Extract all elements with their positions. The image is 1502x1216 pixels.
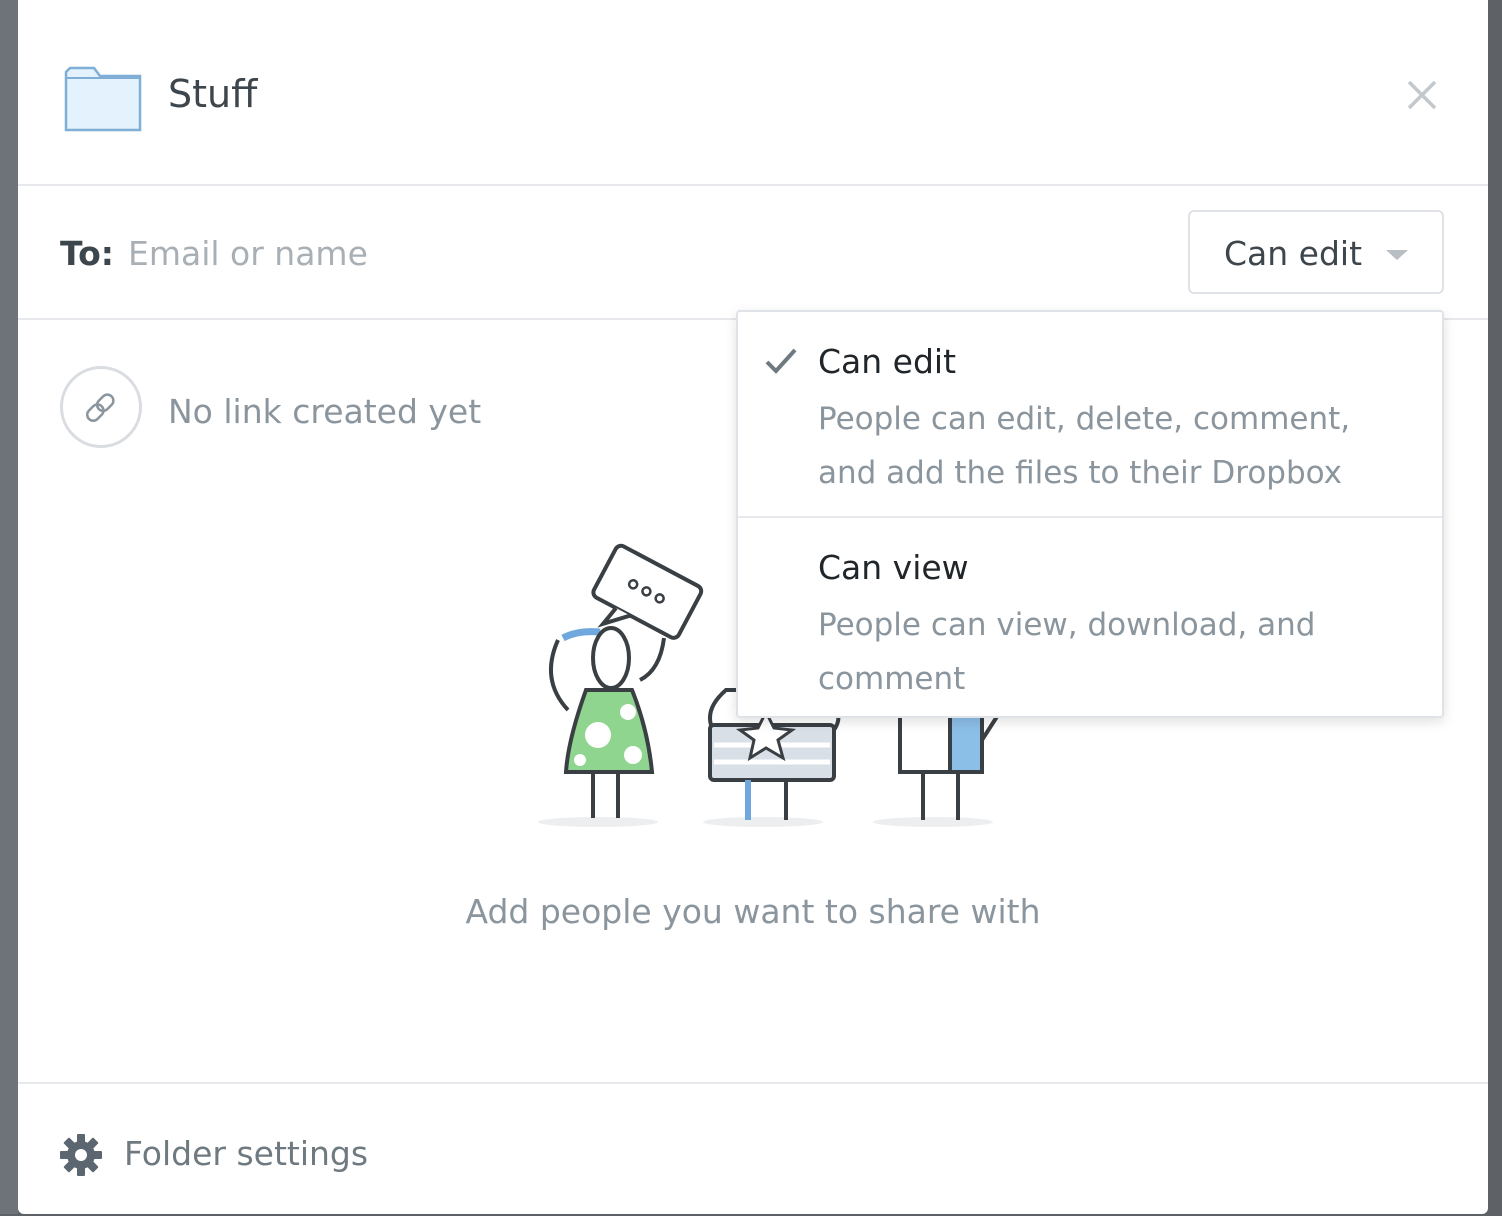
recipient-input[interactable] xyxy=(126,226,1030,280)
permission-option-can-edit[interactable]: Can edit People can edit, delete, commen… xyxy=(738,312,1442,518)
create-link-button[interactable] xyxy=(60,366,142,448)
folder-settings-label: Folder settings xyxy=(124,1134,369,1173)
option-title: Can view xyxy=(818,548,969,587)
folder-icon xyxy=(64,66,142,132)
checkmark-icon xyxy=(765,348,797,374)
link-status-text: No link created yet xyxy=(168,392,482,431)
dialog-title: Stuff xyxy=(168,72,258,116)
backdrop-strip xyxy=(0,0,18,1214)
recipient-row: To: Can edit xyxy=(18,186,1488,320)
gear-icon xyxy=(60,1134,102,1176)
empty-state-message: Add people you want to share with xyxy=(465,892,1041,931)
permission-menu: Can edit People can edit, delete, commen… xyxy=(736,310,1444,718)
to-label: To: xyxy=(60,234,114,273)
permission-selected-label: Can edit xyxy=(1224,234,1363,273)
link-icon xyxy=(85,393,115,423)
dialog-header: Stuff xyxy=(18,0,1488,186)
permission-dropdown-button[interactable]: Can edit xyxy=(1188,210,1444,294)
dialog-footer: Folder settings xyxy=(18,1082,1488,1216)
option-description: People can view, download, and comment xyxy=(818,607,1316,697)
option-title: Can edit xyxy=(818,342,957,381)
close-icon[interactable] xyxy=(1403,76,1441,114)
chevron-down-icon xyxy=(1386,250,1408,260)
permission-option-can-view[interactable]: Can view People can view, download, and … xyxy=(738,518,1442,716)
option-description: People can edit, delete, comment, and ad… xyxy=(818,401,1351,491)
